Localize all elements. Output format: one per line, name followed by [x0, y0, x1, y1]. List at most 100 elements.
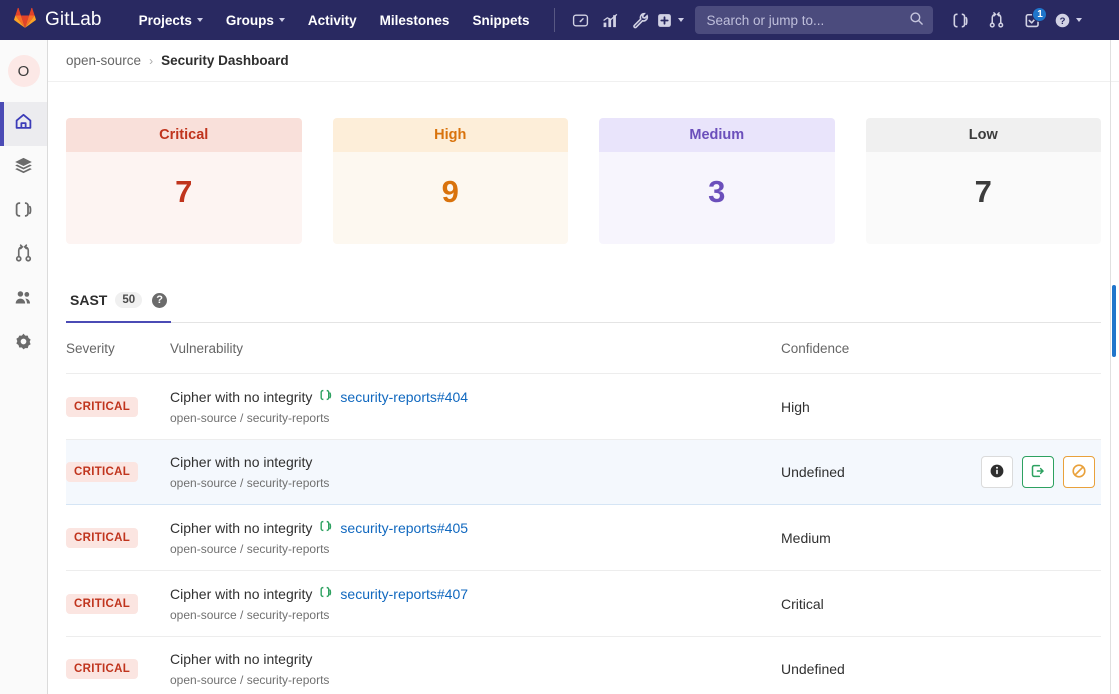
sidebar-item-merge-requests[interactable]	[0, 234, 47, 278]
tab-sast[interactable]: SAST 50 ?	[66, 280, 171, 323]
svg-text:?: ?	[1060, 16, 1066, 27]
vulnerability-project: open-source / security-reports	[170, 608, 781, 622]
vulnerability-title-wrap: Cipher with no integrity	[170, 454, 781, 470]
search-icon	[909, 11, 924, 29]
nav-projects[interactable]: Projects	[128, 3, 214, 38]
severity-card-medium[interactable]: Medium 3	[599, 118, 835, 244]
analytics-icon[interactable]	[595, 6, 625, 34]
left-sidebar: O	[0, 40, 48, 694]
status-badge: CRITICAL	[66, 397, 138, 417]
severity-card-medium-count: 3	[599, 152, 835, 244]
members-icon	[14, 288, 33, 312]
confidence-value: Medium	[781, 530, 831, 546]
sidebar-item-home[interactable]	[0, 102, 47, 146]
vulnerability-title: Cipher with no integrity	[170, 389, 312, 405]
dismiss-button[interactable]	[1063, 456, 1095, 488]
vulnerability-title-wrap: Cipher with no integrity	[170, 651, 781, 667]
report-tabs: SAST 50 ?	[66, 280, 1101, 323]
nav-activity[interactable]: Activity	[297, 3, 368, 38]
confidence-cell: Critical	[781, 571, 1101, 637]
issues-icon	[14, 200, 33, 224]
top-navbar: GitLab Projects Groups Activity Mileston…	[0, 0, 1119, 40]
dashboard-icon[interactable]	[565, 6, 595, 34]
wrench-icon[interactable]	[625, 6, 655, 34]
tab-sast-label: SAST	[70, 292, 107, 308]
severity-card-high[interactable]: High 9	[333, 118, 569, 244]
nav-snippets[interactable]: Snippets	[461, 3, 540, 38]
chevron-down-icon	[279, 18, 285, 22]
issue-link[interactable]: security-reports#404	[340, 389, 468, 405]
breadcrumb-parent[interactable]: open-source	[66, 53, 141, 68]
table-row[interactable]: CRITICAL Cipher with no integrity open-s…	[66, 440, 1101, 505]
sidebar-item-repository[interactable]	[0, 146, 47, 190]
sidebar-item-issues[interactable]	[0, 190, 47, 234]
create-issue-button[interactable]	[1022, 456, 1054, 488]
group-avatar-wrap[interactable]: O	[0, 40, 47, 102]
table-header-row: Severity Vulnerability Confidence	[66, 323, 1101, 374]
breadcrumb: open-source › Security Dashboard	[48, 40, 1119, 82]
search-input[interactable]: Search or jump to...	[695, 6, 933, 34]
gitlab-logo-link[interactable]: GitLab	[14, 7, 102, 33]
sidebar-item-members[interactable]	[0, 278, 47, 322]
table-row[interactable]: CRITICAL Cipher with no integrity open-s…	[66, 637, 1101, 694]
severity-card-critical[interactable]: Critical 7	[66, 118, 302, 244]
vulnerability-table: Severity Vulnerability Confidence CRITIC…	[66, 323, 1101, 694]
status-badge: CRITICAL	[66, 659, 138, 679]
more-info-button[interactable]	[981, 456, 1013, 488]
merge-requests-icon[interactable]	[981, 6, 1011, 34]
page-title: Security Dashboard	[161, 53, 289, 68]
home-icon	[14, 112, 33, 136]
column-header-severity: Severity	[66, 323, 170, 374]
sidebar-item-settings[interactable]	[0, 322, 47, 366]
vulnerability-project: open-source / security-reports	[170, 542, 781, 556]
nav-divider	[554, 8, 555, 32]
todos-icon[interactable]: 1	[1017, 6, 1047, 34]
sast-help-icon[interactable]: ?	[152, 293, 167, 308]
severity-card-medium-label: Medium	[599, 118, 835, 152]
chevron-down-icon	[197, 18, 203, 22]
issue-open-icon	[319, 585, 333, 602]
issue-link[interactable]: security-reports#405	[340, 520, 468, 536]
nav-groups[interactable]: Groups	[215, 3, 296, 38]
scrollbar-thumb[interactable]	[1112, 285, 1116, 357]
vulnerability-title-wrap: Cipher with no integrity security-report…	[170, 519, 781, 536]
vulnerability-title: Cipher with no integrity	[170, 454, 312, 470]
todos-count-badge: 1	[1032, 7, 1047, 22]
status-badge: CRITICAL	[66, 462, 138, 482]
page-scrollbar[interactable]	[1111, 40, 1119, 694]
table-row[interactable]: CRITICAL Cipher with no integrity	[66, 571, 1101, 637]
vulnerability-title-wrap: Cipher with no integrity security-report…	[170, 388, 781, 405]
confidence-value: Critical	[781, 596, 824, 612]
vulnerability-title-wrap: Cipher with no integrity security-report…	[170, 585, 781, 602]
severity-summary-cards: Critical 7 High 9 Medium 3 Low 7	[48, 82, 1119, 244]
issues-icon[interactable]	[945, 6, 975, 34]
confidence-cell: Undefined	[781, 440, 1101, 505]
plus-square-icon[interactable]	[655, 6, 685, 34]
primary-nav: Projects Groups Activity Milestones Snip…	[128, 3, 541, 38]
issue-link[interactable]: security-reports#407	[340, 586, 468, 602]
nav-projects-label: Projects	[139, 13, 192, 28]
severity-card-low-count: 7	[866, 152, 1102, 244]
severity-card-low[interactable]: Low 7	[866, 118, 1102, 244]
severity-card-critical-label: Critical	[66, 118, 302, 152]
page-body: O	[0, 40, 1119, 694]
column-header-vulnerability: Vulnerability	[170, 323, 781, 374]
nav-milestones[interactable]: Milestones	[369, 3, 461, 38]
vulnerability-title: Cipher with no integrity	[170, 586, 312, 602]
help-icon[interactable]: ?	[1053, 6, 1083, 34]
search-placeholder: Search or jump to...	[706, 13, 824, 28]
severity-card-low-label: Low	[866, 118, 1102, 152]
confidence-cell: Medium	[781, 505, 1101, 571]
dismiss-icon	[1071, 463, 1087, 482]
gear-icon	[14, 332, 33, 356]
table-row[interactable]: CRITICAL Cipher with no integrity	[66, 374, 1101, 440]
vulnerability-project: open-source / security-reports	[170, 673, 781, 687]
table-row[interactable]: CRITICAL Cipher with no integrity	[66, 505, 1101, 571]
vulnerability-project: open-source / security-reports	[170, 411, 781, 425]
vulnerability-title: Cipher with no integrity	[170, 651, 312, 667]
main-content: open-source › Security Dashboard Critica…	[48, 40, 1119, 694]
gitlab-brand-text: GitLab	[45, 9, 102, 31]
severity-card-high-label: High	[333, 118, 569, 152]
issue-open-icon	[319, 519, 333, 536]
info-icon	[989, 463, 1005, 482]
